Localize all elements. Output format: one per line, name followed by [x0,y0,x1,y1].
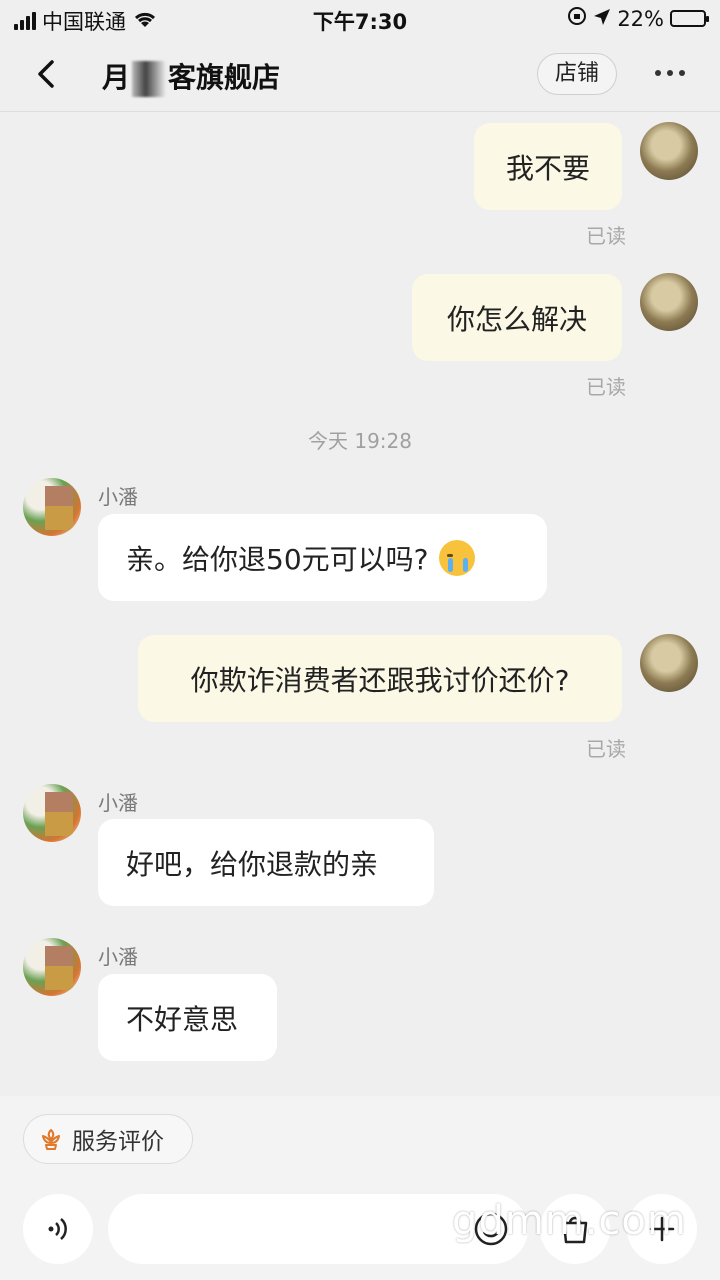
voice-icon [48,1218,67,1240]
my-avatar[interactable] [640,273,698,331]
battery-icon [670,10,709,27]
chat-screen: 中国联通 下午7:30 22% 月 客旗舰店 店铺 我不要 已读 你怎么解决 已读… [0,0,720,1280]
battery-percent: 22% [617,6,664,31]
my-avatar[interactable] [640,122,698,180]
seller-avatar[interactable] [23,784,81,842]
shop-title-prefix: 月 [102,61,131,94]
message-bubble-seller[interactable]: 亲。给你退50元可以吗? [98,514,547,601]
sender-name: 小潘 [98,791,138,815]
message-bubble-seller[interactable]: 不好意思 [98,974,277,1061]
shop-button[interactable]: 店铺 [537,53,617,95]
back-icon [38,60,54,88]
shop-title: 月 客旗舰店 [102,56,280,97]
sender-name: 小潘 [98,945,138,969]
seller-avatar[interactable] [23,938,81,996]
sender-name: 小潘 [98,485,138,509]
flower-icon [42,1129,60,1150]
status-bar: 中国联通 下午7:30 22% [0,0,720,36]
status-right: 22% [567,6,709,31]
read-status: 已读 [586,737,626,761]
back-button[interactable] [30,54,64,94]
seller-avatar[interactable] [23,478,81,536]
nav-bar: 月 客旗舰店 店铺 [0,36,720,112]
voice-button[interactable] [23,1194,93,1264]
read-status: 已读 [586,375,626,399]
message-text: 亲。给你退50元可以吗? [126,542,429,576]
service-rating-button[interactable]: 服务评价 [23,1114,193,1164]
message-bubble-me[interactable]: 我不要 [474,123,622,210]
more-icon[interactable] [655,70,685,76]
watermark-text: gdmm.com [452,1198,687,1244]
rotation-lock-icon [567,6,587,31]
message-bubble-me[interactable]: 你怎么解决 [412,274,622,361]
bottom-toolbar: 服务评价 [0,1096,720,1280]
chat-timestamp: 今天 19:28 [308,429,412,453]
read-status: 已读 [586,224,626,248]
redacted-mask [132,61,167,97]
crying-emoji-icon [438,539,475,576]
location-icon [593,7,611,31]
message-bubble-seller[interactable]: 好吧，给你退款的亲 [98,819,434,906]
my-avatar[interactable] [640,634,698,692]
service-rating-label: 服务评价 [72,1129,164,1155]
message-bubble-me[interactable]: 你欺诈消费者还跟我讨价还价? [138,635,622,722]
shop-title-suffix: 客旗舰店 [168,61,281,94]
